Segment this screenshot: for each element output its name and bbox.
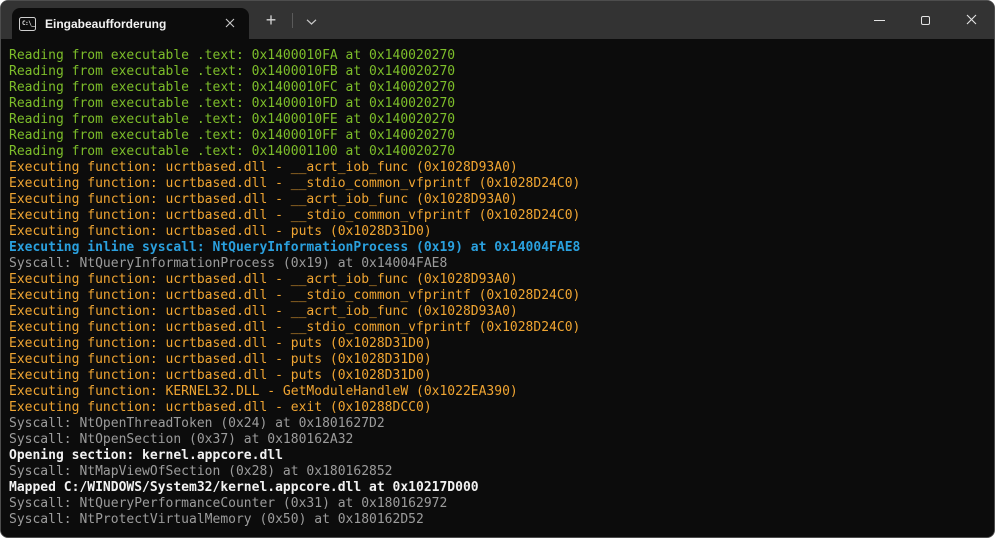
- terminal-line: Reading from executable .text: 0x1400010…: [9, 128, 986, 144]
- terminal-line: Executing function: ucrtbased.dll - __ac…: [9, 192, 986, 208]
- terminal-line: Executing function: ucrtbased.dll - __ac…: [9, 160, 986, 176]
- tab-dropdown-button[interactable]: [297, 6, 325, 34]
- terminal-line: Syscall: NtMapViewOfSection (0x28) at 0x…: [9, 464, 986, 480]
- tab-eingabeaufforderung[interactable]: C:\_ Eingabeaufforderung: [12, 8, 249, 39]
- terminal-line: Executing function: ucrtbased.dll - __ac…: [9, 272, 986, 288]
- terminal-line: Executing function: ucrtbased.dll - __st…: [9, 208, 986, 224]
- titlebar[interactable]: C:\_ Eingabeaufforderung +: [1, 1, 994, 39]
- terminal-line: Executing function: ucrtbased.dll - __ac…: [9, 304, 986, 320]
- minimize-button[interactable]: [856, 1, 902, 39]
- terminal-line: Reading from executable .text: 0x1400011…: [9, 144, 986, 160]
- terminal-line: Executing function: ucrtbased.dll - puts…: [9, 368, 986, 384]
- terminal-line: Reading from executable .text: 0x1400010…: [9, 48, 986, 64]
- terminal-line: Syscall: NtQueryPerformanceCounter (0x31…: [9, 496, 986, 512]
- terminal-line: Syscall: NtQueryInformationProcess (0x19…: [9, 256, 986, 272]
- new-tab-button[interactable]: +: [257, 6, 285, 34]
- terminal-line: Executing function: ucrtbased.dll - puts…: [9, 352, 986, 368]
- tabbar-divider: [292, 13, 293, 28]
- terminal-line: Syscall: NtProtectVirtualMemory (0x50) a…: [9, 512, 986, 528]
- maximize-button[interactable]: [902, 1, 948, 39]
- terminal-line: Executing function: ucrtbased.dll - __st…: [9, 288, 986, 304]
- terminal-line: Reading from executable .text: 0x1400010…: [9, 96, 986, 112]
- cmd-icon: C:\_: [19, 17, 36, 31]
- cmd-icon-glyph: C:\_: [22, 21, 34, 27]
- minimize-icon: [874, 20, 885, 21]
- tab-title: Eingabeaufforderung: [45, 17, 166, 31]
- terminal-line: Syscall: NtOpenSection (0x37) at 0x18016…: [9, 432, 986, 448]
- terminal-line: Reading from executable .text: 0x1400010…: [9, 112, 986, 128]
- maximize-icon: [921, 16, 930, 25]
- terminal-line: Executing inline syscall: NtQueryInforma…: [9, 240, 986, 256]
- terminal-line: Executing function: ucrtbased.dll - __st…: [9, 176, 986, 192]
- close-button[interactable]: [948, 1, 994, 39]
- terminal-line: Reading from executable .text: 0x1400010…: [9, 80, 986, 96]
- close-icon: [966, 13, 977, 28]
- terminal-line: Executing function: ucrtbased.dll - puts…: [9, 336, 986, 352]
- tab-close-button[interactable]: [219, 13, 241, 35]
- window-controls: [856, 1, 994, 39]
- terminal-line: Syscall: NtOpenThreadToken (0x24) at 0x1…: [9, 416, 986, 432]
- terminal-line: Executing function: ucrtbased.dll - __st…: [9, 320, 986, 336]
- terminal-line: Executing function: ucrtbased.dll - puts…: [9, 224, 986, 240]
- terminal-window: C:\_ Eingabeaufforderung +: [0, 0, 995, 538]
- close-icon: [225, 16, 235, 31]
- chevron-down-icon: [306, 13, 317, 28]
- terminal-line: Reading from executable .text: 0x1400010…: [9, 64, 986, 80]
- terminal-line: Opening section: kernel.appcore.dll: [9, 448, 986, 464]
- terminal-output[interactable]: Reading from executable .text: 0x1400010…: [1, 39, 994, 537]
- terminal-line: Executing function: KERNEL32.DLL - GetMo…: [9, 384, 986, 400]
- terminal-line: Mapped C:/WINDOWS/System32/kernel.appcor…: [9, 480, 986, 496]
- terminal-line: Executing function: ucrtbased.dll - exit…: [9, 400, 986, 416]
